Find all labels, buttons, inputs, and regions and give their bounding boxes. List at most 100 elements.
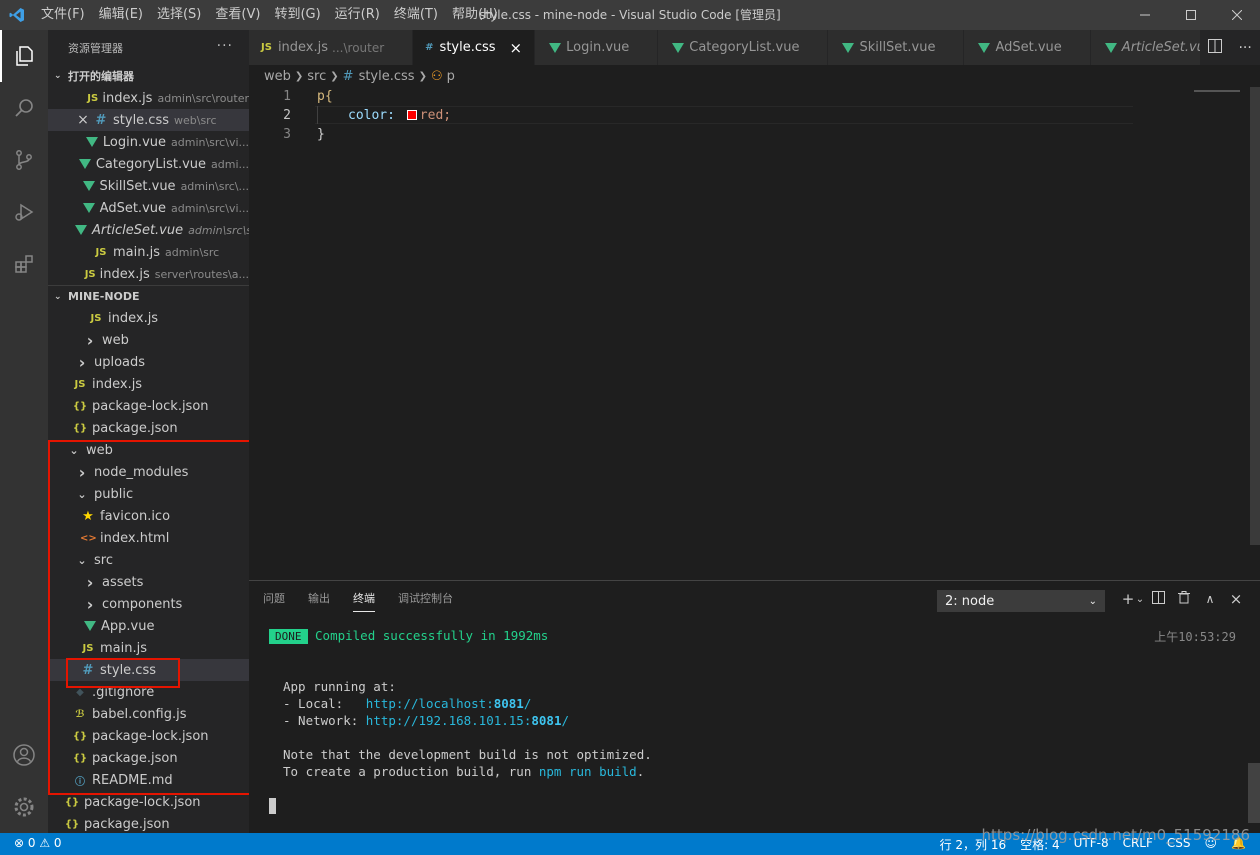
editor-tab[interactable]: AdSet.vue <box>964 30 1091 65</box>
tab-problems[interactable]: 问题 <box>263 590 285 612</box>
chevron-down-icon[interactable]: ⌄ <box>1135 594 1145 605</box>
close-window-icon[interactable] <box>1214 0 1260 30</box>
tree-folder[interactable]: ⌄ public <box>48 483 249 505</box>
maximize-icon[interactable] <box>1168 0 1214 30</box>
open-editor-item[interactable]: ArticleSet.vue admin\src\sr... <box>48 219 249 241</box>
tab-debug-console[interactable]: 调试控制台 <box>398 590 453 612</box>
tab-output[interactable]: 输出 <box>308 590 330 612</box>
editor-scrollbar[interactable] <box>1250 87 1260 545</box>
menu-item[interactable]: 文件(F) <box>34 0 92 30</box>
editor-tab[interactable]: # style.css × <box>413 30 536 65</box>
tree-folder[interactable]: › uploads <box>48 351 249 373</box>
more-actions-icon[interactable]: ··· <box>217 38 233 54</box>
breadcrumb-item[interactable]: src <box>307 69 326 84</box>
open-editor-item[interactable]: AdSet.vue admin\src\vi... <box>48 197 249 219</box>
tree-folder[interactable]: ⌄ web <box>48 439 249 461</box>
tree-file[interactable]: ⓘ README.md <box>48 769 249 791</box>
open-editors-section[interactable]: ⌄ 打开的编辑器 <box>48 65 249 87</box>
breadcrumb-item[interactable]: p <box>447 69 455 84</box>
tree-file[interactable]: JS index.js <box>48 373 249 395</box>
vscode-logo-icon <box>0 0 34 30</box>
tree-file[interactable]: {} package.json <box>48 813 249 833</box>
chevron-down-icon: ⌄ <box>77 553 87 567</box>
close-tab-icon[interactable]: × <box>510 39 523 57</box>
open-editor-item[interactable]: JS index.js admin\src\router <box>48 87 249 109</box>
close-panel-icon[interactable]: × <box>1223 590 1249 608</box>
editor-tab[interactable]: JS index.js ...\router <box>249 30 414 65</box>
tree-file[interactable]: ℬbabel.config.js <box>48 703 249 725</box>
tree-folder[interactable]: › components <box>48 593 249 615</box>
terminal-line: - Network: http://192.168.101.15:8081/ <box>283 713 569 728</box>
editor-tab[interactable]: Login.vue <box>535 30 659 65</box>
account-icon[interactable] <box>0 729 48 781</box>
tree-file[interactable]: App.vue <box>48 615 249 637</box>
minimize-icon[interactable] <box>1122 0 1168 30</box>
color-swatch[interactable] <box>406 110 417 120</box>
tree-folder[interactable]: › web <box>48 329 249 351</box>
split-editor-icon[interactable] <box>1208 38 1223 57</box>
minimap[interactable] <box>1194 90 1240 92</box>
tree-folder[interactable]: ⌄ src <box>48 549 249 571</box>
tree-file[interactable]: ◆ .gitignore <box>48 681 249 703</box>
maximize-panel-icon[interactable]: ∧ <box>1197 592 1223 606</box>
source-control-icon[interactable] <box>0 134 48 186</box>
project-title: MINE-NODE <box>68 290 140 303</box>
trash-icon[interactable] <box>1171 590 1197 608</box>
tree-file[interactable]: # style.css <box>48 659 249 681</box>
file-path: admin\src\... <box>180 179 249 193</box>
menu-item[interactable]: 选择(S) <box>150 0 208 30</box>
local-url[interactable]: http://localhost:8081/ <box>366 696 532 711</box>
open-editor-item[interactable]: SkillSet.vue admin\src\... <box>48 175 249 197</box>
tab-label: CategoryList.vue <box>689 40 800 55</box>
run-debug-icon[interactable] <box>0 186 48 238</box>
tree-file[interactable]: {} package-lock.json <box>48 395 249 417</box>
file-path: admin\src <box>165 245 220 259</box>
tree-file[interactable]: <> index.html <box>48 527 249 549</box>
tree-item-label: node_modules <box>94 464 189 480</box>
menu-item[interactable]: 终端(T) <box>387 0 445 30</box>
menu-item[interactable]: 编辑(E) <box>92 0 150 30</box>
settings-gear-icon[interactable] <box>0 781 48 833</box>
editor-tab[interactable]: CategoryList.vue <box>658 30 829 65</box>
editor-tab[interactable]: SkillSet.vue <box>828 30 965 65</box>
tree-file[interactable]: {} package-lock.json <box>48 791 249 813</box>
open-editor-item[interactable]: JS index.js server\routes\a... <box>48 263 249 285</box>
tree-file[interactable]: JS main.js <box>48 637 249 659</box>
terminal-select[interactable]: 2: node ⌄ <box>937 590 1105 612</box>
tree-file[interactable]: {} package.json <box>48 417 249 439</box>
chevron-down-icon: ⌄ <box>1088 595 1097 607</box>
menu-item[interactable]: 运行(R) <box>328 0 387 30</box>
tree-folder[interactable]: › assets <box>48 571 249 593</box>
open-editor-item[interactable]: CategoryList.vue admi... <box>48 153 249 175</box>
tab-label: style.css <box>439 40 496 55</box>
code-editor[interactable]: 1 2 3 p{ color: red; } <box>249 87 1260 580</box>
breadcrumb-item[interactable]: style.css <box>359 69 415 84</box>
split-terminal-icon[interactable] <box>1145 590 1171 608</box>
json-file-icon: {} <box>72 752 88 764</box>
open-editor-item[interactable]: JS main.js admin\src <box>48 241 249 263</box>
problems-count[interactable]: ⊗ 0 ⚠ 0 <box>14 836 62 850</box>
extensions-icon[interactable] <box>0 238 48 290</box>
tree-folder[interactable]: › node_modules <box>48 461 249 483</box>
menu-item[interactable]: 帮助(H) <box>445 0 505 30</box>
breadcrumb-item[interactable]: web <box>264 69 291 84</box>
menu-item[interactable]: 查看(V) <box>208 0 267 30</box>
open-editor-item[interactable]: × # style.css web\src <box>48 109 249 131</box>
close-icon[interactable]: × <box>73 112 93 128</box>
open-editor-item[interactable]: Login.vue admin\src\vi... <box>48 131 249 153</box>
chevron-down-icon: ⌄ <box>54 71 62 81</box>
tree-file[interactable]: {} package.json <box>48 747 249 769</box>
more-actions-icon[interactable]: ··· <box>1238 40 1251 56</box>
network-url[interactable]: http://192.168.101.15:8081/ <box>366 713 569 728</box>
panel-actions: + ⌄ ∧ × <box>1115 590 1249 608</box>
menu-item[interactable]: 转到(G) <box>267 0 327 30</box>
terminal-cursor[interactable] <box>269 798 276 814</box>
search-icon[interactable] <box>0 82 48 134</box>
explorer-icon[interactable] <box>0 30 48 82</box>
tree-file[interactable]: {} package-lock.json <box>48 725 249 747</box>
tree-file[interactable]: ★ favicon.ico <box>48 505 249 527</box>
tab-terminal[interactable]: 终端 <box>353 590 375 612</box>
project-section[interactable]: ⌄ MINE-NODE <box>48 285 249 307</box>
tree-file[interactable]: JS index.js <box>48 307 249 329</box>
terminal-scrollbar[interactable] <box>1248 763 1260 823</box>
